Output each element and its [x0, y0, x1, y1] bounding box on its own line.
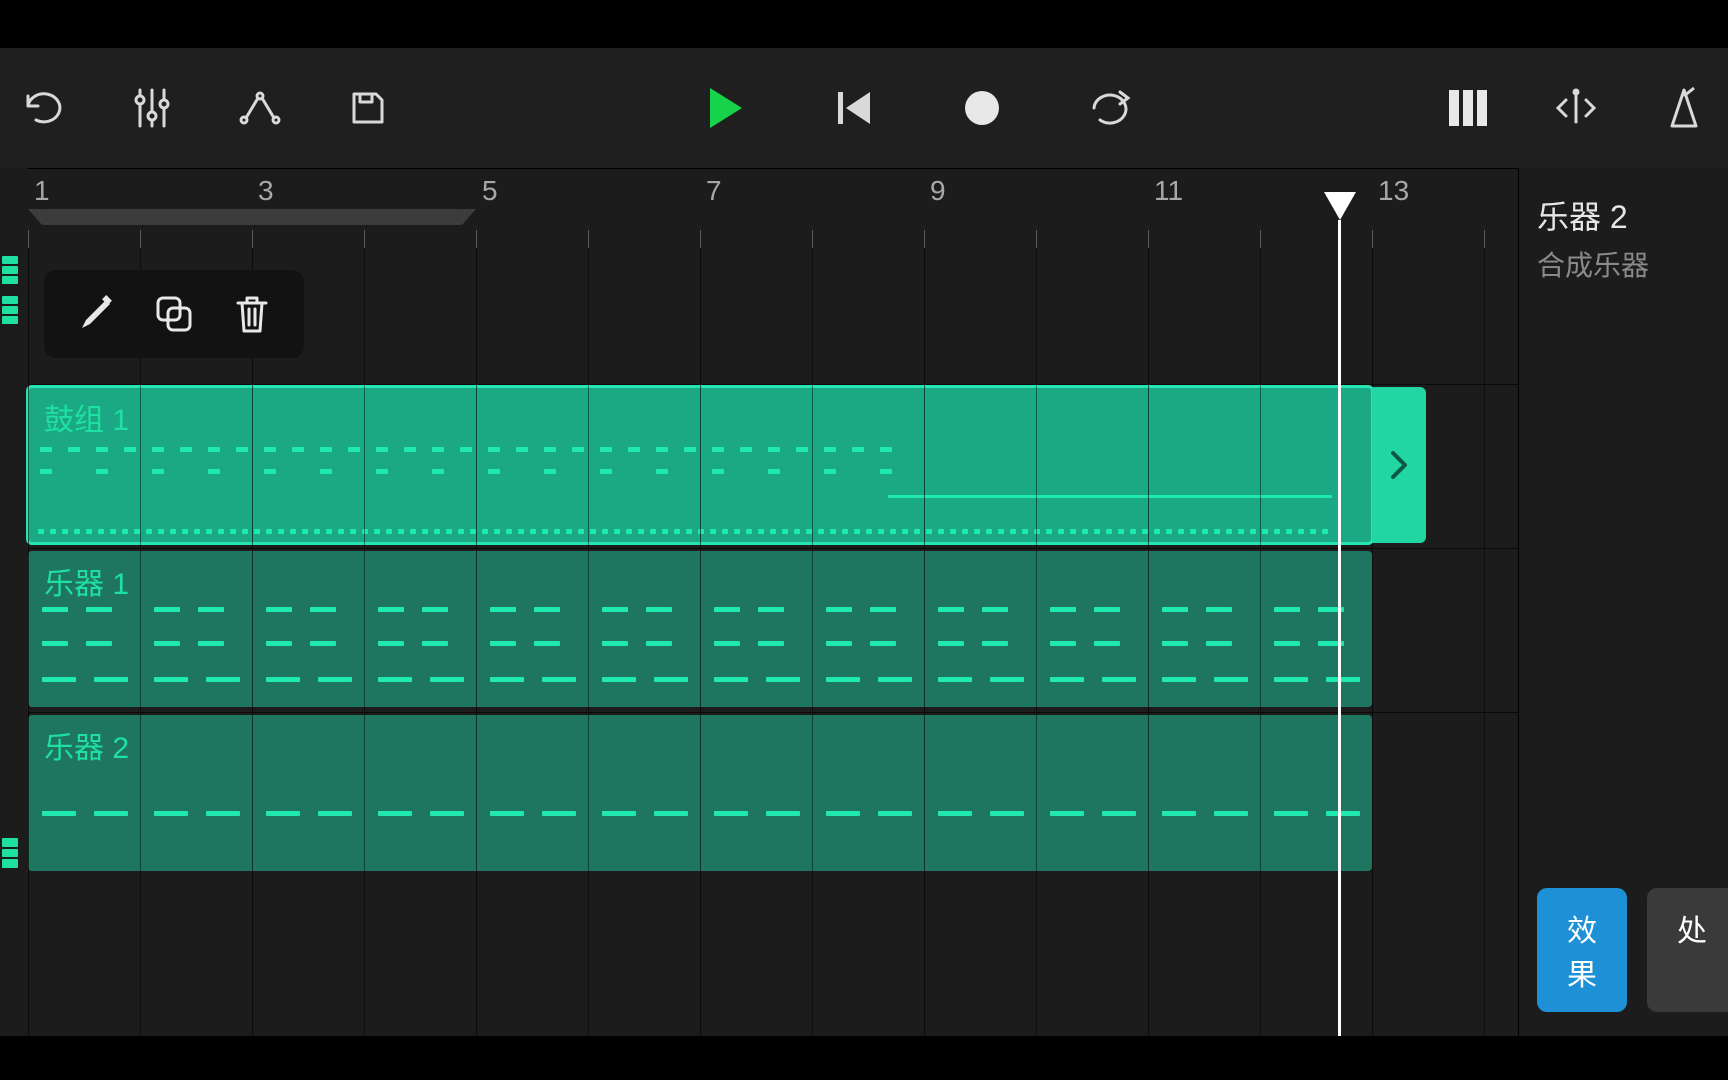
clip[interactable]: 乐器 2	[28, 715, 1372, 871]
ruler-label: 9	[930, 175, 946, 207]
loop-button[interactable]	[1086, 84, 1134, 132]
track-row[interactable]: 乐器 2	[28, 712, 1728, 874]
ruler-label: 5	[482, 175, 498, 207]
clip[interactable]: 鼓组 1	[28, 387, 1372, 543]
ruler-label: 11	[1154, 175, 1183, 207]
clip-extend-handle[interactable]	[1372, 387, 1426, 543]
undo-button[interactable]	[20, 84, 68, 132]
pencil-icon	[76, 294, 116, 334]
side-panel-title: 乐器 2	[1537, 192, 1728, 238]
tracks-area: 鼓组 1乐器 1乐器 2	[0, 248, 1728, 1036]
effects-button[interactable]: 效果	[1537, 888, 1627, 1012]
delete-clip-button[interactable]	[228, 290, 276, 338]
undo-icon	[22, 88, 66, 128]
record-button[interactable]	[958, 84, 1006, 132]
play-icon	[706, 86, 746, 130]
automation-icon	[236, 88, 284, 128]
ruler-label: 13	[1378, 175, 1409, 207]
rewind-button[interactable]	[830, 84, 878, 132]
keyboard-button[interactable]	[1444, 84, 1492, 132]
play-button[interactable]	[702, 84, 750, 132]
ruler-label: 3	[258, 175, 274, 207]
edit-clip-button[interactable]	[72, 290, 120, 338]
copy-clip-button[interactable]	[150, 290, 198, 338]
loop-region[interactable]	[42, 209, 462, 225]
piano-icon	[1447, 88, 1489, 128]
chevron-right-icon	[1389, 449, 1409, 481]
split-button[interactable]	[1552, 84, 1600, 132]
track-row[interactable]: 乐器 1	[28, 548, 1728, 710]
track-meter	[2, 256, 18, 284]
skip-start-icon	[834, 88, 874, 128]
loop-icon	[1086, 90, 1134, 126]
save-button[interactable]	[344, 84, 392, 132]
top-toolbar	[0, 48, 1728, 168]
ruler-label: 7	[706, 175, 722, 207]
track-row[interactable]: 鼓组 1	[28, 384, 1728, 546]
metronome-button[interactable]	[1660, 84, 1708, 132]
clip[interactable]: 乐器 1	[28, 551, 1372, 707]
mixer-button[interactable]	[128, 84, 176, 132]
automation-button[interactable]	[236, 84, 284, 132]
instrument-side-panel: 乐器 2 合成乐器 效果 处	[1518, 168, 1728, 1036]
track-header-column	[0, 248, 24, 1036]
sliders-icon	[132, 86, 172, 130]
more-button[interactable]: 处	[1647, 888, 1728, 1012]
side-panel-subtitle: 合成乐器	[1537, 244, 1728, 284]
metronome-icon	[1666, 86, 1702, 130]
clip-selection-toolbar	[44, 270, 304, 358]
ruler-label: 1	[34, 175, 50, 207]
split-icon	[1554, 88, 1598, 128]
playhead[interactable]	[1338, 220, 1341, 1036]
copy-icon	[154, 294, 194, 334]
timeline-ruler[interactable]: 135791113	[28, 168, 1728, 248]
track-meter	[2, 296, 18, 324]
record-icon	[963, 89, 1001, 127]
trash-icon	[234, 293, 270, 335]
track-meter	[2, 838, 18, 868]
save-icon	[348, 88, 388, 128]
